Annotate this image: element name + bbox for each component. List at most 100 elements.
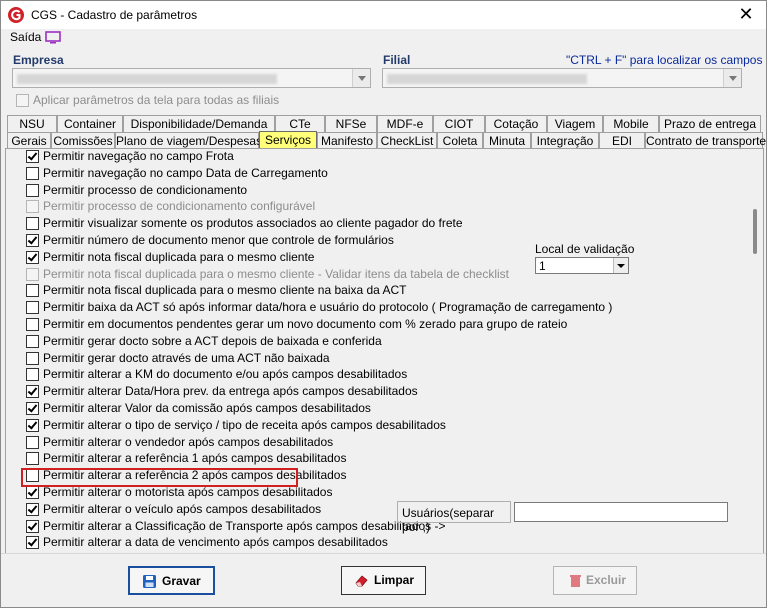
option-checkbox[interactable] [26,385,39,399]
chevron-down-icon[interactable] [352,69,370,87]
tab-cotacao[interactable]: Cotação [485,115,547,132]
panel-scrollbar[interactable] [748,149,763,553]
tab-checklist[interactable]: CheckList [377,132,437,149]
title-bar: CGS - Cadastro de parâmetros ✕ [1,1,766,29]
option-checkbox[interactable] [26,150,39,163]
close-icon[interactable]: ✕ [732,3,760,27]
gravar-button[interactable]: Gravar [128,566,215,595]
tab-comissoes[interactable]: Comissões [51,132,115,149]
option-label: Permitir gerar docto através de uma ACT … [43,350,330,365]
option-checkbox[interactable] [26,200,39,214]
option-checkbox[interactable] [26,351,39,365]
chevron-down-icon[interactable] [613,258,628,273]
tab-minuta[interactable]: Minuta [483,132,531,149]
option-label: Permitir navegação no campo Data de Carr… [43,165,328,180]
option-label: Permitir alterar a Classificação de Tran… [43,518,446,533]
local-validacao-value: 1 [539,259,546,273]
empresa-value-obscured [17,74,277,84]
option-checkbox[interactable] [26,183,39,197]
option-label: Permitir nota fiscal duplicada para o me… [43,266,510,281]
tab-coleta[interactable]: Coleta [437,132,483,149]
option-checkbox[interactable] [26,234,39,247]
option-label: Permitir alterar a KM do documento e/ou … [43,367,408,382]
scroll-thumb[interactable] [753,209,757,254]
tab-prazo-entrega[interactable]: Prazo de entrega [659,115,761,132]
option-checkbox[interactable] [26,486,39,499]
tab-integracao[interactable]: Integração [531,132,599,149]
highlight-box [21,468,298,487]
tab-mobile[interactable]: Mobile [603,115,659,132]
tab-container[interactable]: Container [57,115,123,132]
option-label: Permitir alterar Data/Hora prev. da entr… [43,384,418,399]
option-checkbox[interactable] [26,519,39,533]
tab-nfse[interactable]: NFSe [325,115,377,132]
option-label: Permitir baixa da ACT só após informar d… [43,300,613,315]
footer-divider [1,553,766,554]
option-label: Permitir visualizar somente os produtos … [43,216,463,231]
option-label: Permitir processo de condicionamento con… [43,199,316,214]
option-checkbox[interactable] [26,435,39,449]
limpar-button[interactable]: Limpar [341,566,426,595]
filial-value-obscured [387,74,587,84]
option-checkbox[interactable] [26,368,39,382]
tab-gerais[interactable]: Gerais [7,132,51,149]
apply-all-checkbox[interactable] [16,94,29,107]
empresa-label: Empresa [13,53,64,67]
tab-plano-viagem[interactable]: Plano de viagem/Despesas [115,132,262,149]
tab-manifesto[interactable]: Manifesto [317,132,377,149]
filial-select[interactable] [382,68,742,88]
option-label: Permitir alterar a data de vencimento ap… [43,535,388,550]
option-checkbox[interactable] [26,502,39,516]
option-label: Permitir alterar o motorista após campos… [43,485,333,499]
tab-viagem[interactable]: Viagem [547,115,603,132]
option-label: Permitir alterar o veículo após campos d… [43,501,322,516]
menu-saida[interactable]: Saída [10,30,41,44]
menu-bar: Saída [1,29,766,47]
app-logo-icon [8,7,24,23]
option-checkbox[interactable] [26,452,39,466]
local-validacao-select[interactable]: 1 [535,257,629,274]
option-checkbox[interactable] [26,217,39,231]
option-label: Permitir alterar o vendedor após campos … [43,434,334,449]
window: CGS - Cadastro de parâmetros ✕ Saída Emp… [0,0,767,608]
tab-disponibilidade[interactable]: Disponibilidade/Demanda [123,115,275,132]
tab-edi[interactable]: EDI [599,132,645,149]
local-validacao-label: Local de validação [535,242,635,256]
monitor-icon[interactable] [45,31,61,44]
option-checkbox[interactable] [26,284,39,298]
option-label: Permitir nota fiscal duplicada para o me… [43,283,407,298]
tab-mdfe[interactable]: MDF-e [377,115,433,132]
filial-label: Filial [383,53,411,67]
option-checkbox[interactable] [26,536,39,550]
option-checkbox[interactable] [26,418,39,432]
option-label: Permitir gerar docto sobre a ACT depois … [43,333,382,348]
eraser-icon [355,575,368,587]
option-checkbox[interactable] [26,166,39,180]
option-checkbox[interactable] [26,334,39,348]
excluir-button[interactable]: Excluir [553,566,637,595]
empresa-select[interactable] [12,68,371,88]
option-label: Permitir alterar a referência 1 após cam… [43,451,347,466]
tab-ciot[interactable]: CIOT [433,115,485,132]
option-checkbox[interactable] [26,318,39,331]
excluir-label: Excluir [586,573,627,587]
option-label: Permitir alterar Valor da comissão após … [43,401,371,415]
option-checkbox[interactable] [26,250,39,264]
limpar-label: Limpar [374,573,415,587]
option-label: Permitir navegação no campo Frota [43,149,234,163]
tab-nsu[interactable]: NSU [7,115,57,132]
option-checkbox[interactable] [26,402,39,415]
tab-contrato-transporte[interactable]: Contrato de transporte [645,132,766,149]
chevron-down-icon[interactable] [723,69,741,87]
servicos-panel: Permitir navegação no campo Frota Permiti… [5,148,764,554]
option-label: Permitir nota fiscal duplicada para o me… [43,249,315,264]
tab-cte[interactable]: CTe [275,115,325,132]
apply-all-label: Aplicar parâmetros da tela para todas as… [33,93,280,107]
option-checkbox[interactable] [26,267,39,281]
usuarios-input[interactable] [514,502,728,522]
usuarios-label: Usuários(separar por ,) [402,506,495,534]
trash-icon [570,575,581,587]
option-label: Permitir processo de condicionamento [43,182,248,197]
option-checkbox[interactable] [26,301,39,315]
search-hint: "CTRL + F" para localizar os campos [566,53,763,67]
